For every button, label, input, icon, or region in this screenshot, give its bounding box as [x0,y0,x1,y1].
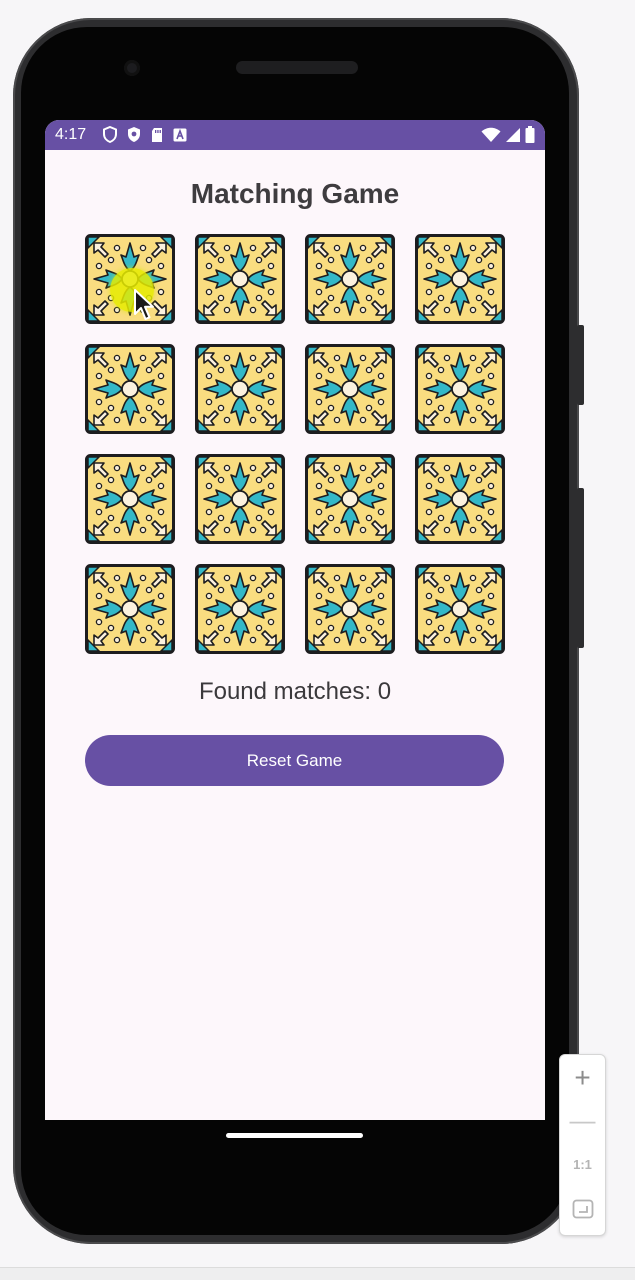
zoom-in-button[interactable]: + [560,1061,605,1095]
tile-pattern-icon [85,564,175,654]
tile-pattern-icon [195,344,285,434]
tile-pattern-icon [305,234,395,324]
card-14[interactable] [195,564,285,654]
gesture-nav-handle[interactable] [226,1133,363,1138]
page-title: Matching Game [190,178,400,209]
volume-button [577,488,584,648]
tile-pattern-icon [195,564,285,654]
tile-pattern-icon [415,344,505,434]
card-3[interactable] [305,234,395,324]
shield-filled-icon [128,127,140,142]
card-4[interactable] [415,234,505,324]
found-matches-counter: Found matches: 0 [198,678,392,705]
zoom-out-button[interactable]: — [560,1103,605,1137]
card-15[interactable] [305,564,395,654]
bottom-toolbar-strip [0,1267,635,1280]
tile-pattern-icon [195,454,285,544]
emulator-stage: 4:17 Matching Game Found matches: 0 Rese… [0,0,635,1280]
tile-pattern-icon [195,234,285,324]
sd-card-icon [152,127,162,142]
cellular-signal-icon [506,127,520,142]
tile-pattern-icon [305,564,395,654]
status-bar: 4:17 [45,120,545,150]
zoom-fit-screen-button[interactable] [560,1199,605,1221]
power-button [577,325,584,405]
reset-game-button[interactable]: Reset Game [85,735,504,786]
card-8[interactable] [415,344,505,434]
tile-pattern-icon [415,234,505,324]
tile-pattern-icon [305,344,395,434]
mouse-cursor-icon [134,289,154,320]
tile-pattern-icon [415,454,505,544]
shield-outline-icon [103,126,117,143]
battery-icon [525,126,535,143]
card-12[interactable] [415,454,505,544]
tile-pattern-icon [305,454,395,544]
tile-pattern-icon [85,454,175,544]
tile-pattern-icon [415,564,505,654]
card-7[interactable] [305,344,395,434]
zoom-actual-size-button[interactable]: 1:1 [560,1155,605,1175]
card-5[interactable] [85,344,175,434]
status-system-icons [481,126,535,143]
card-6[interactable] [195,344,285,434]
card-10[interactable] [195,454,285,544]
wifi-icon [481,127,501,142]
card-9[interactable] [85,454,175,544]
status-time: 4:17 [55,126,87,143]
emulator-zoom-panel: + — 1:1 [559,1054,606,1236]
fit-screen-icon [572,1199,593,1219]
tile-pattern-icon [85,344,175,434]
status-notification-icons [103,126,187,143]
card-11[interactable] [305,454,395,544]
earpiece-speaker [236,61,358,74]
card-13[interactable] [85,564,175,654]
card-16[interactable] [415,564,505,654]
front-camera [124,60,140,76]
keyboard-a-icon [173,128,187,141]
card-2[interactable] [195,234,285,324]
